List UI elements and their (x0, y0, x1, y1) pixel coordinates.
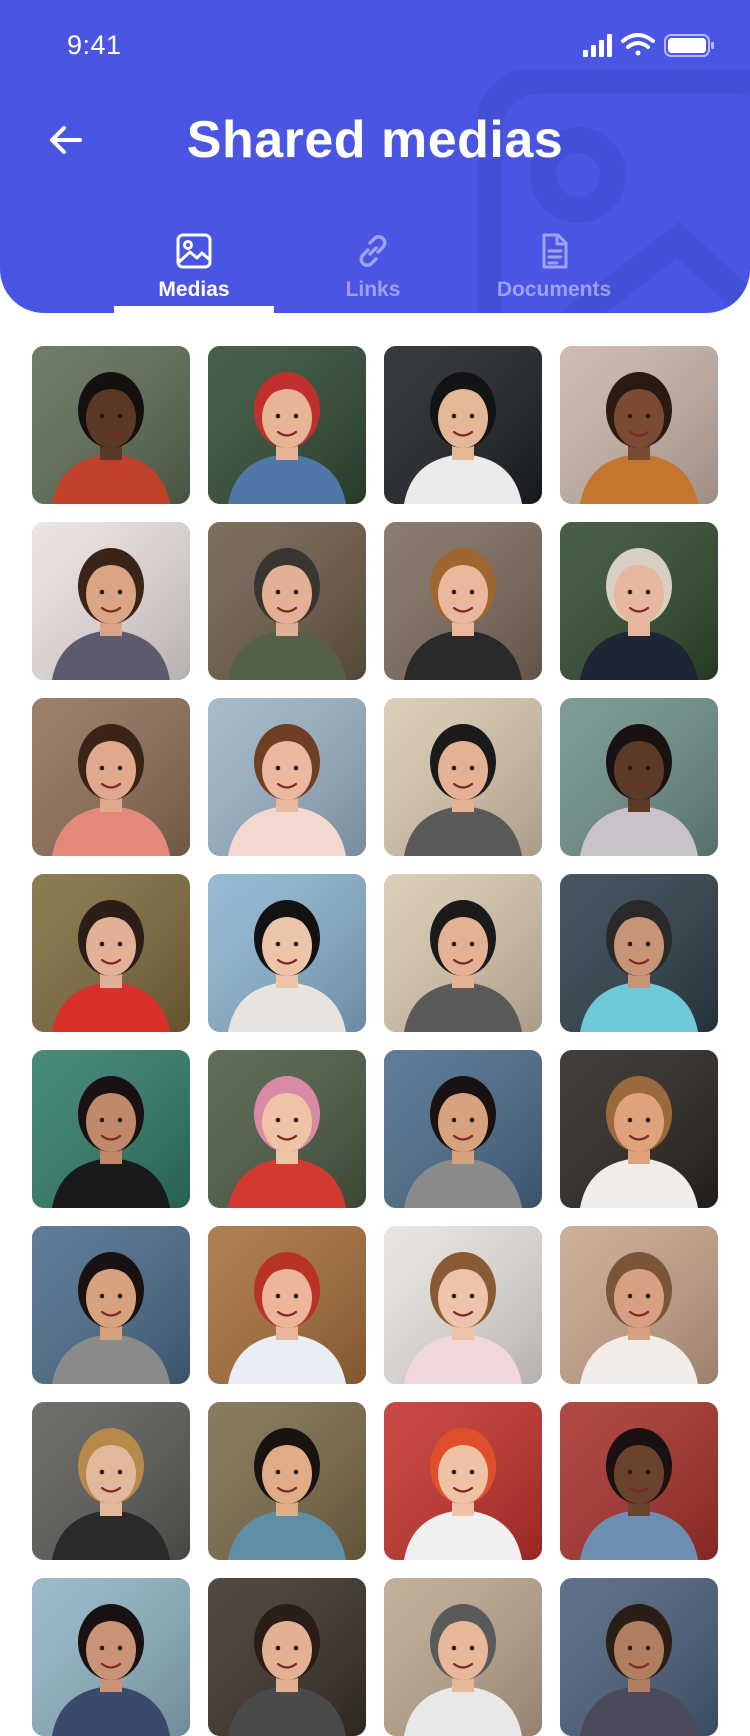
media-thumbnail[interactable] (384, 698, 542, 856)
photo-image (384, 346, 542, 504)
image-icon (176, 233, 212, 269)
photo-image (560, 1226, 718, 1384)
media-thumbnail[interactable] (384, 522, 542, 680)
photo-image (384, 1402, 542, 1560)
photo-image (208, 1050, 366, 1208)
media-thumbnail[interactable] (384, 1402, 542, 1560)
media-thumbnail[interactable] (32, 698, 190, 856)
media-thumbnail[interactable] (32, 874, 190, 1032)
media-thumbnail[interactable] (560, 522, 718, 680)
photo-image (32, 522, 190, 680)
photo-image (560, 522, 718, 680)
media-thumbnail[interactable] (208, 1226, 366, 1384)
media-thumbnail[interactable] (384, 1050, 542, 1208)
active-tab-indicator (114, 306, 274, 313)
media-thumbnail[interactable] (560, 1050, 718, 1208)
media-thumbnail[interactable] (208, 522, 366, 680)
media-thumbnail[interactable] (32, 1578, 190, 1736)
photo-image (384, 1050, 542, 1208)
photo-image (560, 346, 718, 504)
header: 9:41 Shared medias Medias Links Document… (0, 0, 750, 313)
photo-image (560, 1578, 718, 1736)
media-thumbnail[interactable] (560, 346, 718, 504)
media-grid (32, 346, 722, 1736)
photo-image (208, 522, 366, 680)
media-thumbnail[interactable] (32, 1226, 190, 1384)
media-thumbnail[interactable] (384, 1226, 542, 1384)
link-icon (359, 235, 387, 267)
media-thumbnail[interactable] (560, 1578, 718, 1736)
photo-image (208, 698, 366, 856)
photo-image (32, 874, 190, 1032)
photo-image (32, 346, 190, 504)
photo-image (384, 698, 542, 856)
status-time: 9:41 (67, 30, 122, 60)
photo-image (32, 1226, 190, 1384)
tab-label: Medias (158, 278, 230, 301)
photo-image (560, 698, 718, 856)
media-thumbnail[interactable] (560, 1226, 718, 1384)
media-thumbnail[interactable] (32, 346, 190, 504)
media-thumbnail[interactable] (208, 346, 366, 504)
photo-image (32, 698, 190, 856)
media-thumbnail[interactable] (208, 1050, 366, 1208)
tab-label: Documents (496, 278, 612, 301)
status-icons (583, 33, 714, 57)
photo-image (208, 1226, 366, 1384)
media-thumbnail[interactable] (384, 346, 542, 504)
tab-links[interactable]: Links (283, 232, 463, 312)
media-thumbnail[interactable] (208, 1578, 366, 1736)
media-thumbnail[interactable] (560, 874, 718, 1032)
tab-medias[interactable]: Medias (104, 232, 284, 312)
photo-image (560, 874, 718, 1032)
signal-icon (583, 34, 612, 57)
photo-image (32, 1050, 190, 1208)
photo-image (208, 1578, 366, 1736)
tab-label: Links (345, 278, 401, 301)
photo-image (560, 1050, 718, 1208)
media-thumbnail[interactable] (208, 1402, 366, 1560)
photo-image (384, 1226, 542, 1384)
photo-image (208, 1402, 366, 1560)
photo-image (208, 874, 366, 1032)
media-thumbnail[interactable] (384, 1578, 542, 1736)
media-thumbnail[interactable] (208, 874, 366, 1032)
media-thumbnail[interactable] (384, 874, 542, 1032)
media-thumbnail[interactable] (560, 698, 718, 856)
photo-image (384, 874, 542, 1032)
battery-icon (664, 34, 714, 57)
media-thumbnail[interactable] (32, 1402, 190, 1560)
photo-image (384, 522, 542, 680)
page-title: Shared medias (186, 111, 564, 169)
media-thumbnail[interactable] (208, 698, 366, 856)
media-thumbnail[interactable] (560, 1402, 718, 1560)
media-thumbnail[interactable] (32, 1050, 190, 1208)
photo-image (208, 346, 366, 504)
tab-documents[interactable]: Documents (464, 232, 644, 312)
photo-image (32, 1578, 190, 1736)
wifi-icon (621, 33, 655, 56)
document-icon (542, 233, 568, 269)
photo-image (560, 1402, 718, 1560)
photo-image (32, 1402, 190, 1560)
media-thumbnail[interactable] (32, 522, 190, 680)
photo-image (384, 1578, 542, 1736)
